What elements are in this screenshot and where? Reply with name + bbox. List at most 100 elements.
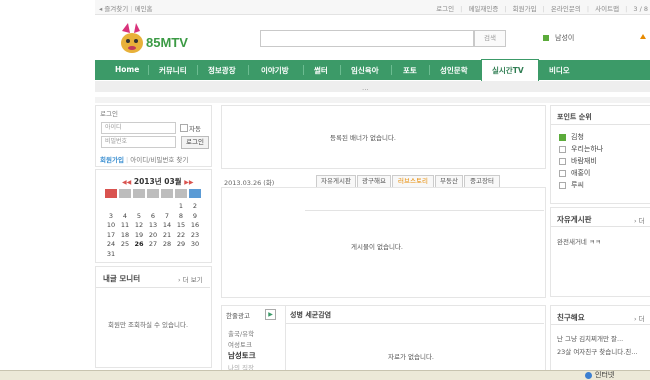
sitemap-link[interactable]: 사이트맵 (595, 5, 619, 13)
point-ranking-title: 포인트 순위 (557, 113, 592, 121)
today-date: 2013.03.26 (화) (224, 179, 275, 187)
nav-item-info[interactable]: 정보광장 (208, 65, 236, 76)
line-ad-item[interactable]: 여성토크 (228, 339, 252, 349)
friend-item[interactable]: 23살 여자친구 찾습니다.친... (557, 346, 650, 356)
calendar-day[interactable]: 24 (105, 240, 117, 248)
friend-more-link[interactable]: › 더 (634, 313, 645, 323)
logo-text[interactable]: 85MTV (146, 35, 188, 50)
calendar-day[interactable]: 2 (189, 202, 201, 210)
calendar-day[interactable]: 17 (105, 231, 117, 239)
login-links: 회원가입 | 아이디/비밀번호 찾기 (100, 156, 189, 164)
calendar-day[interactable]: 18 (119, 231, 131, 239)
login-title: 로그인 (100, 110, 118, 118)
main-nav: Home 커뮤니티 정보광장 이야기방 썰터 임신육아 포토 성인문학 실시간T… (95, 59, 650, 82)
password-input[interactable]: 비밀번호 (101, 136, 176, 148)
nav-item-literature[interactable]: 성인문학 (440, 65, 468, 76)
join-link-left[interactable]: 회원가입 (100, 156, 124, 164)
calendar-header: ◀◀ 2013년 03월 ▶▶ (122, 176, 193, 187)
rank-name: 애홍이 (571, 169, 591, 177)
rank-marker-icon (559, 181, 566, 189)
calendar-weekday-chip (105, 189, 117, 198)
calendar-day[interactable]: 31 (105, 250, 117, 258)
calendar-title: 2013년 03월 (133, 177, 182, 186)
calendar-day[interactable]: 27 (147, 240, 159, 248)
point-ranking-item[interactable]: 우리는하나 (559, 144, 603, 154)
calendar-day[interactable]: 25 (119, 240, 131, 248)
calendar-day[interactable]: 3 (105, 212, 117, 220)
calendar-day[interactable]: 28 (161, 240, 173, 248)
id-input[interactable]: 아이디 (101, 122, 176, 134)
main-home-link[interactable]: 메인홈 (135, 5, 153, 13)
join-link[interactable]: 회원가입 (513, 5, 537, 13)
online-inquiry-link[interactable]: 온라인문의 (551, 5, 581, 13)
calendar-day[interactable]: 6 (147, 212, 159, 220)
login-button[interactable]: 로그인 (181, 136, 209, 149)
realtime-keyword[interactable]: 남성이 (543, 33, 574, 43)
calendar-day[interactable]: 11 (119, 221, 131, 229)
favorite-link[interactable]: ◂ 즐겨찾기 (99, 5, 128, 13)
point-ranking-item[interactable]: 김청 (559, 132, 584, 142)
rank-marker-icon (559, 145, 566, 153)
nav-item-home[interactable]: Home (115, 65, 139, 74)
calendar-day[interactable]: 23 (189, 231, 201, 239)
line-ad-item[interactable]: 남성토크 (228, 350, 256, 361)
arrow-up-icon[interactable] (640, 34, 646, 39)
monitor-more-link[interactable]: › 더 보기 (178, 274, 203, 284)
calendar-day[interactable]: 14 (161, 221, 173, 229)
zone-text: 인터넷 (595, 371, 615, 379)
line-ad-item[interactable]: 출국/유학 (228, 328, 254, 338)
find-account-link[interactable]: 아이디/비밀번호 찾기 (130, 156, 188, 164)
calendar-day[interactable]: 9 (189, 212, 201, 220)
search-button[interactable]: 검색 (474, 30, 506, 47)
point-ranking-item[interactable]: 바람재비 (559, 156, 597, 166)
calendar-weekday-chip (147, 189, 159, 198)
calendar-day[interactable]: 21 (161, 231, 173, 239)
arrow-right-icon[interactable]: ▶ (265, 309, 276, 320)
point-ranking-item[interactable]: 루씨 (559, 180, 584, 190)
search-input[interactable] (260, 30, 474, 47)
board-empty-text: 게시물이 없습니다. (351, 243, 403, 251)
free-board-more-link[interactable]: › 더 (634, 215, 645, 225)
rank-marker-icon (559, 157, 566, 165)
rank-name: 김청 (571, 133, 584, 141)
auto-login-label: 자동 (189, 125, 201, 133)
calendar-day[interactable]: 16 (189, 221, 201, 229)
divider (95, 97, 650, 103)
rank-name: 바람재비 (571, 157, 597, 165)
free-board-item[interactable]: 완전새거네 ㅋㅋ (557, 236, 601, 246)
calendar-day[interactable]: 8 (175, 212, 187, 220)
realtime-keyword-text: 남성이 (555, 34, 575, 42)
nav-item-livetv[interactable]: 실시간TV (492, 65, 524, 76)
calendar-day[interactable]: 13 (147, 221, 159, 229)
calendar-day[interactable]: 7 (161, 212, 173, 220)
nav-item-story[interactable]: 이야기방 (261, 65, 289, 76)
calendar-day[interactable]: 1 (175, 202, 187, 210)
next-month-icon[interactable]: ▶▶ (184, 179, 193, 186)
calendar-day[interactable]: 19 (133, 231, 145, 239)
friend-title: 친구해요 (557, 313, 585, 322)
calendar-day[interactable]: 20 (147, 231, 159, 239)
friend-item[interactable]: 난 그냥 김치찌개만 잘... (557, 333, 650, 343)
calendar-day[interactable]: 29 (175, 240, 187, 248)
calendar-day[interactable]: 10 (105, 221, 117, 229)
disease-board-title[interactable]: 성병 세균감염 (290, 310, 331, 320)
top-utility-bar: ◂ 즐겨찾기 | 메인홈 로그인 | 메일재인증 | 회원가입 | 온라인문의 … (95, 0, 650, 15)
calendar-day[interactable]: 22 (175, 231, 187, 239)
nav-item-talk[interactable]: 썰터 (314, 65, 328, 76)
mail-reauth-link[interactable]: 메일재인증 (468, 5, 498, 13)
calendar-day[interactable]: 4 (119, 212, 131, 220)
nav-item-parenting[interactable]: 임신육아 (351, 65, 379, 76)
auto-login-checkbox[interactable] (180, 124, 188, 132)
nav-item-video[interactable]: 비디오 (549, 65, 570, 76)
calendar-day[interactable]: 5 (133, 212, 145, 220)
prev-month-icon[interactable]: ◀◀ (122, 179, 131, 186)
nav-item-photo[interactable]: 포토 (403, 65, 417, 76)
login-link[interactable]: 로그인 (436, 5, 454, 13)
point-ranking-item[interactable]: 애홍이 (559, 168, 590, 178)
calendar-day[interactable]: 12 (133, 221, 145, 229)
calendar-day[interactable]: 15 (175, 221, 187, 229)
calendar-day[interactable]: 26 (133, 240, 145, 248)
nav-item-community[interactable]: 커뮤니티 (159, 65, 187, 76)
bullet-icon (543, 35, 549, 41)
calendar-day[interactable]: 30 (189, 240, 201, 248)
